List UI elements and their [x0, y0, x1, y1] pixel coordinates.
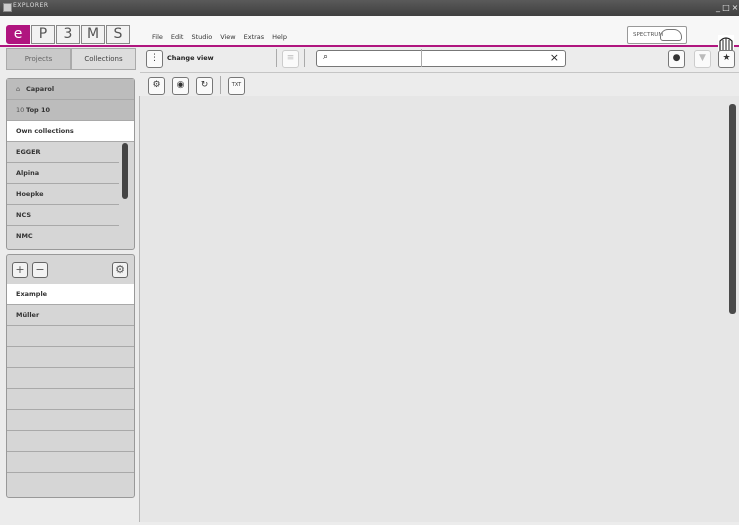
project-empty-row — [7, 473, 134, 494]
minimize-button[interactable]: _ — [714, 3, 722, 12]
export-txt-icon[interactable]: TXT — [228, 77, 245, 95]
menu-file[interactable]: File — [152, 33, 163, 41]
project-empty-row — [7, 452, 134, 473]
change-view-icon[interactable]: ⋮ — [146, 50, 163, 68]
close-button[interactable]: × — [731, 3, 739, 12]
toolbar-divider — [220, 76, 221, 94]
collection-item-alpina[interactable]: Alpina — [7, 163, 119, 184]
caparol-icon: ⌂ — [16, 85, 21, 93]
collection-item-caparol[interactable]: ⌂ Caparol — [7, 79, 134, 100]
logo-letter: 3 — [56, 25, 80, 44]
filter-icon[interactable]: ▼ — [694, 50, 711, 68]
logo-letter: M — [81, 25, 105, 44]
chat-icon[interactable]: ● — [668, 50, 685, 68]
main-toolbar: ⋮ Change view ≡ ⌕ × ● ▼ ★ — [140, 48, 739, 70]
tab-collections[interactable]: Collections — [71, 48, 136, 70]
change-view-label[interactable]: Change view — [167, 54, 214, 62]
project-empty-row — [7, 431, 134, 452]
toolbar-divider — [304, 49, 305, 67]
remove-button[interactable]: − — [32, 262, 48, 278]
projects-list: + − ⚙ Example Müller — [6, 254, 135, 498]
spectrum-cloud-button[interactable]: SPECTRUM — [627, 26, 687, 44]
collection-item-egger[interactable]: EGGER — [7, 142, 119, 163]
refresh-icon[interactable]: ↻ — [196, 77, 213, 95]
menu-extras[interactable]: Extras — [244, 33, 265, 41]
toolbar-divider — [276, 49, 277, 67]
project-empty-row — [7, 368, 134, 389]
main-content-area — [139, 96, 739, 522]
app-header: e P 3 M S File Edit Studio View Extras H… — [0, 16, 739, 55]
maximize-button[interactable]: □ — [722, 3, 730, 12]
project-item-mueller[interactable]: Müller — [7, 305, 134, 326]
ep3ms-logo: e P 3 M S — [6, 25, 131, 44]
collection-item-hoepke[interactable]: Hoepke — [7, 184, 119, 205]
clear-search-icon[interactable]: × — [550, 51, 559, 64]
collections-list: ⌂ Caparol 10 Top 10 Own collections EGGER … — [6, 78, 135, 250]
top10-icon: 10 — [16, 106, 25, 114]
project-empty-row — [7, 347, 134, 368]
window-titlebar: EXPLORER _ □ × — [0, 0, 739, 16]
logo-letter: e — [6, 25, 30, 44]
menu-view[interactable]: View — [220, 33, 235, 41]
logo-letter: P — [31, 25, 55, 44]
menu-bar: File Edit Studio View Extras Help — [152, 33, 287, 41]
toolbar-divider — [421, 49, 422, 67]
menu-studio[interactable]: Studio — [191, 33, 212, 41]
collections-scrollbar[interactable] — [122, 143, 128, 199]
add-button[interactable]: + — [12, 262, 28, 278]
main-vertical-scrollbar[interactable] — [729, 104, 736, 314]
cloud-icon — [660, 29, 682, 41]
gear-icon[interactable]: ⚙ — [148, 77, 165, 95]
tab-projects[interactable]: Projects — [6, 48, 71, 70]
collection-item-nmc[interactable]: NMC — [7, 226, 119, 247]
project-empty-row — [7, 389, 134, 410]
search-icon: ⌕ — [323, 52, 329, 62]
app-system-icon[interactable] — [3, 3, 12, 12]
project-empty-row — [7, 326, 134, 347]
collection-item-top10[interactable]: 10 Top 10 — [7, 100, 134, 121]
menu-help[interactable]: Help — [272, 33, 287, 41]
favorite-star-icon[interactable]: ★ — [718, 50, 735, 68]
project-empty-row — [7, 410, 134, 431]
menu-edit[interactable]: Edit — [171, 33, 184, 41]
sub-toolbar: ⚙ ◉ ↻ TXT — [140, 72, 739, 98]
spectrum-label: SPECTRUM — [633, 32, 664, 38]
color-wheel-icon[interactable]: ◉ — [172, 77, 189, 95]
left-pane: Projects Collections ⌂ Caparol 10 Top 10 O… — [6, 48, 136, 520]
window-title: EXPLORER — [13, 2, 49, 9]
left-tabs: Projects Collections — [6, 48, 136, 70]
logo-letter: S — [106, 25, 130, 44]
project-item-example[interactable]: Example — [7, 284, 134, 305]
collection-item-ncs[interactable]: NCS — [7, 205, 119, 226]
search-input[interactable]: ⌕ × — [316, 50, 566, 67]
own-collections-header[interactable]: Own collections — [7, 121, 134, 142]
settings-gear-icon[interactable]: ⚙ — [112, 262, 128, 278]
list-view-icon[interactable]: ≡ — [282, 50, 299, 68]
